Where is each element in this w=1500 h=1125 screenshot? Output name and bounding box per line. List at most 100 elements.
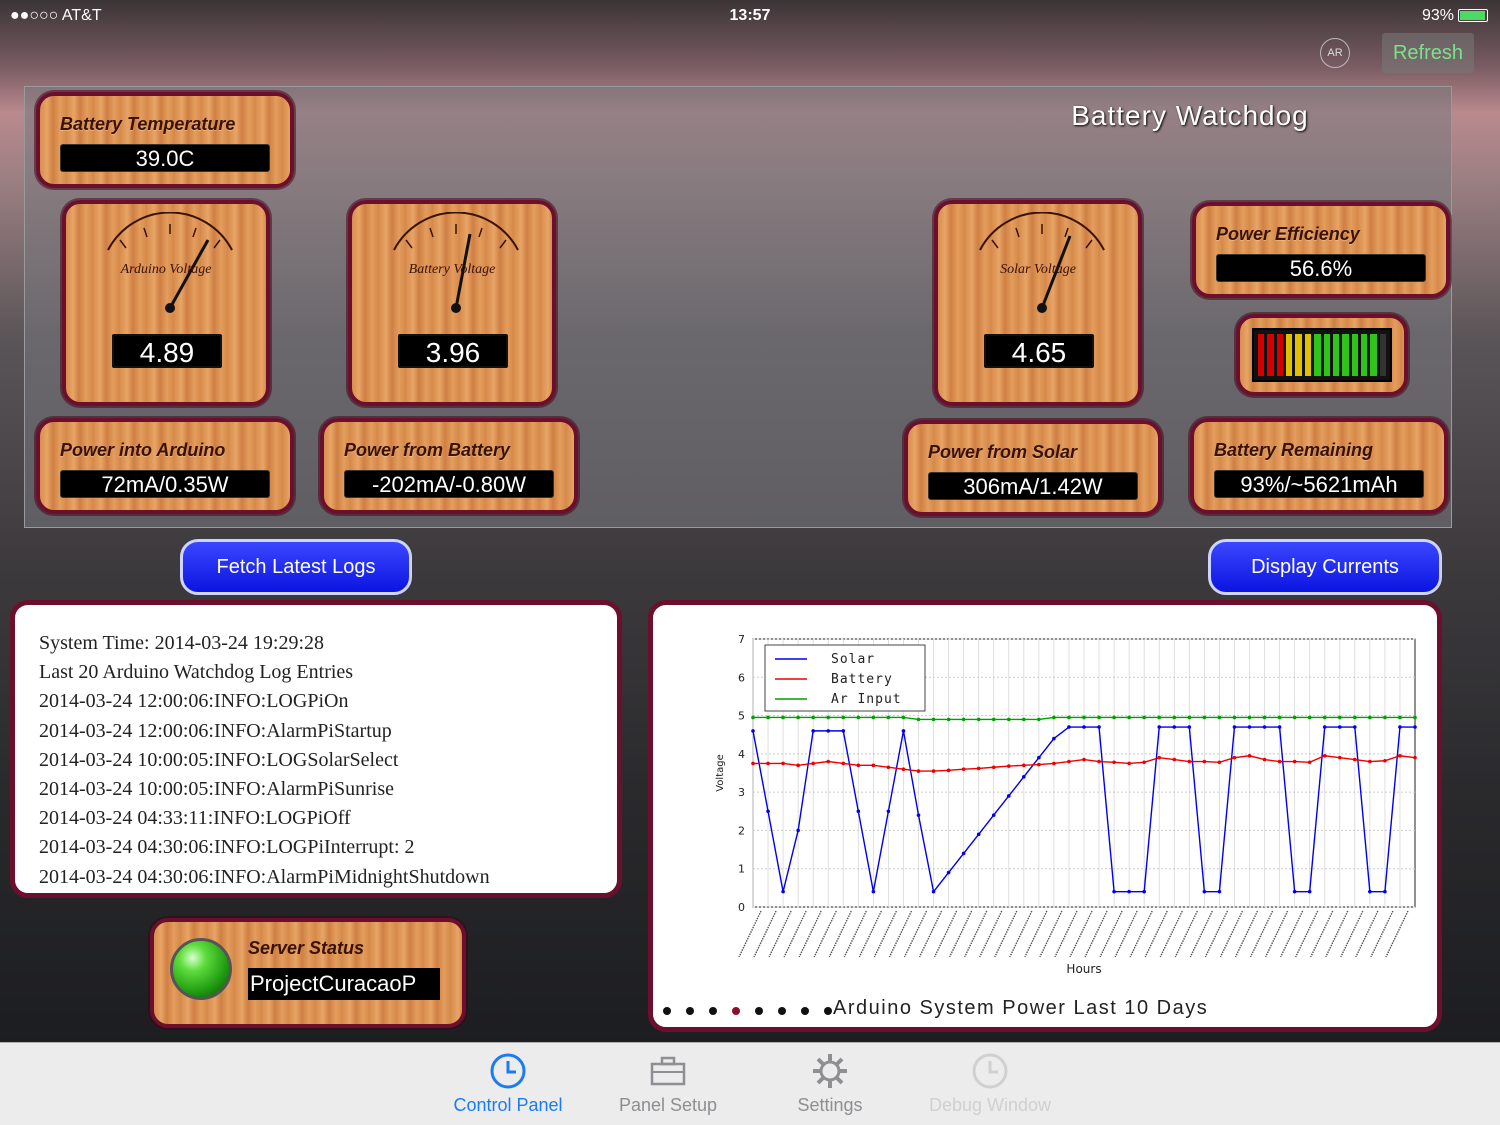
data-point [1022,763,1026,768]
arduino-voltage-gauge[interactable]: Arduino Voltage 4.89 [62,200,270,406]
log-line: System Time: 2014-03-24 19:29:28 [39,632,325,654]
data-point [916,769,921,773]
data-point [1157,715,1162,720]
power-from-solar-tile[interactable]: Power from Solar 306mA/1.42W [904,420,1162,516]
data-point [961,767,966,771]
battery-temperature-tile[interactable]: Battery Temperature 39.0C [36,92,294,188]
level-segment [1295,334,1302,376]
data-point [1398,725,1402,729]
data-point [1172,725,1177,729]
battery-level-tile [1236,314,1408,396]
data-point [1172,757,1177,762]
data-point [901,767,906,771]
tile-label: Power from Battery [344,440,511,460]
battery-remaining-tile[interactable]: Battery Remaining 93%/~5621mAh [1190,418,1448,514]
data-point [1082,725,1086,729]
level-segment [1332,334,1340,376]
data-point [1142,889,1146,894]
log-view[interactable]: System Time: 2014-03-24 19:29:28 Last 20… [10,600,622,898]
data-point [1037,755,1041,760]
ar-button[interactable]: AR [1320,38,1350,68]
data-point [1202,715,1207,720]
data-point [781,889,785,894]
tab-settings[interactable]: Settings [750,1051,910,1116]
data-point [1292,759,1297,764]
data-point [976,832,981,837]
data-point [1247,725,1252,729]
page-dot[interactable] [686,1007,694,1015]
page-dot[interactable] [709,1007,717,1015]
data-point [1247,715,1252,720]
display-currents-button[interactable]: Display Currents [1208,539,1442,595]
page-dot[interactable] [732,1007,740,1015]
clock-icon [490,1053,526,1089]
legend-label: Solar [831,652,875,667]
gauge-label: Solar Voltage [1000,262,1076,277]
page-indicator[interactable] [663,1002,847,1020]
fetch-logs-button[interactable]: Fetch Latest Logs [180,539,412,595]
solar-voltage-gauge[interactable]: Solar Voltage 4.65 [934,200,1142,406]
power-efficiency-tile[interactable]: Power Efficiency 56.6% [1192,202,1450,298]
status-time: 13:57 [729,7,771,24]
data-point [1217,889,1222,894]
data-point [1262,757,1267,762]
data-point [1097,715,1101,720]
log-line: 2014-03-24 04:33:11:INFO:LOGPiOff [39,807,351,830]
y-tick-label: 3 [738,786,745,799]
level-segment [1342,334,1349,376]
page-dot[interactable] [663,1007,671,1015]
power-chart-card[interactable]: 0 1 2 3 4 5 6 7 Voltage Hours Solar Battery Ar Input… [648,600,1442,1032]
data-point [1322,753,1327,758]
data-point [961,851,966,856]
data-point [856,715,861,720]
data-point [811,715,815,720]
tab-label: Debug Window [928,1095,1052,1115]
tile-value: -202mA/-0.80W [344,470,554,498]
tab-bar: Control Panel Panel Setup Settings Debug… [0,1042,1500,1125]
data-point [1052,736,1056,741]
data-point [751,729,755,733]
data-point [886,715,891,720]
y-tick-label: 1 [738,863,745,876]
level-segment [1258,334,1265,376]
data-point [1112,760,1116,765]
data-point [1052,715,1056,720]
data-point [856,763,861,768]
data-point [1187,715,1192,720]
data-point [781,715,785,720]
battery-voltage-gauge[interactable]: Battery Voltage 3.96 [348,200,556,406]
data-point [1398,753,1402,758]
battery-percent: 93% [1421,7,1454,24]
power-from-battery-tile[interactable]: Power from Battery -202mA/-0.80W [320,418,578,514]
refresh-button[interactable]: Refresh [1382,33,1474,73]
data-point [1262,715,1267,720]
data-point [751,761,755,766]
tile-value: 72mA/0.35W [60,470,270,498]
level-segment [1379,334,1387,376]
tab-debug-window[interactable]: Debug Window [910,1051,1070,1116]
data-point [976,766,981,771]
server-status-tile[interactable]: Server Status ProjectCuracaoP [150,918,466,1028]
page-dot[interactable] [778,1007,786,1015]
data-point [1067,725,1071,729]
log-line: 2014-03-24 10:00:05:INFO:LOGSolarSelect [39,748,399,771]
page-dot[interactable] [801,1007,809,1015]
power-into-arduino-tile[interactable]: Power into Arduino 72mA/0.35W [36,418,294,514]
data-point [901,729,906,733]
data-point [916,717,921,722]
data-point [1082,757,1086,762]
page-dot[interactable] [824,1007,832,1015]
data-point [1277,725,1282,729]
data-point [931,717,936,722]
battery-indicator: 93% [1422,7,1488,25]
tile-value: 306mA/1.42W [928,472,1138,500]
data-point [946,870,951,875]
page-dot[interactable] [755,1007,763,1015]
data-point [796,828,800,833]
data-point [1082,715,1086,720]
level-segment [1276,334,1284,376]
tile-value: 39.0C [60,144,270,172]
tab-control-panel[interactable]: Control Panel [428,1051,588,1116]
data-point [1277,715,1282,720]
tab-panel-setup[interactable]: Panel Setup [588,1051,748,1116]
